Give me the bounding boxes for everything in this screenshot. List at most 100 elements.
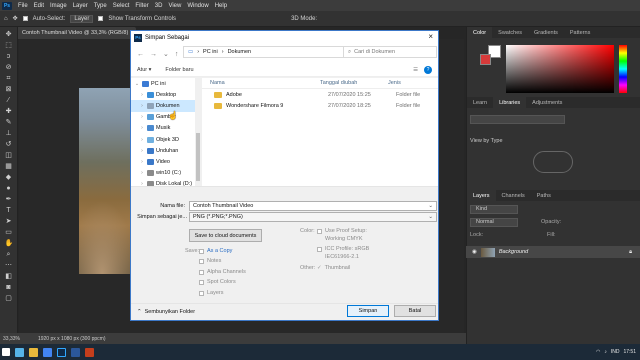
clone-stamp-icon[interactable]: ⊥ <box>5 130 13 137</box>
cancel-button[interactable]: Batal <box>394 305 436 317</box>
pen-tool-icon[interactable]: ✒ <box>5 196 13 203</box>
chevron-icon[interactable]: › <box>139 159 145 165</box>
tab-color[interactable]: Color <box>467 27 493 38</box>
browser-icon[interactable] <box>43 347 52 357</box>
app-icon[interactable] <box>85 347 94 357</box>
eraser-icon[interactable]: ◫ <box>5 152 13 159</box>
blur-icon[interactable]: ◆ <box>5 174 13 181</box>
nav-item[interactable]: › Gambar <box>131 112 200 123</box>
menu-filter[interactable]: Filter <box>132 3 151 9</box>
file-row[interactable]: Adobe 27/07/2020 15:25 Folder file <box>202 89 438 100</box>
save-type-dropdown[interactable]: PNG (*.PNG;*.PNG) ⌄ <box>189 212 437 222</box>
save-to-cloud-button[interactable]: Save to cloud documents <box>189 229 262 242</box>
photoshop-taskbar-icon[interactable] <box>57 347 66 357</box>
chevron-icon[interactable]: › <box>139 103 145 109</box>
healing-brush-icon[interactable]: ✚ <box>5 108 13 115</box>
chevron-icon[interactable]: › <box>139 114 145 120</box>
document-tab[interactable]: Contoh Thumbnail Video @ 33,3% (RGB/8) × <box>18 27 136 39</box>
path-select-icon[interactable]: ➤ <box>5 218 13 225</box>
menu-edit[interactable]: Edit <box>31 3 47 9</box>
word-icon[interactable] <box>71 347 80 357</box>
kind-filter[interactable]: Kind <box>470 205 518 214</box>
view-options-icon[interactable]: ☰ <box>413 67 418 73</box>
file-row[interactable]: Wondershare Filmora 9 27/07/2020 18:25 Fol… <box>202 100 438 111</box>
zoom-tool-icon[interactable]: ⌕ <box>5 251 13 258</box>
close-icon[interactable]: × <box>428 33 433 41</box>
column-name[interactable]: Nama <box>202 80 320 86</box>
screen-mode-icon[interactable]: ▢ <box>5 295 13 302</box>
move-tool-icon[interactable]: ✥ <box>5 31 13 38</box>
color-field[interactable] <box>506 45 614 93</box>
blend-mode-dropdown[interactable]: Normal <box>470 218 518 227</box>
lasso-tool-icon[interactable]: ↄ <box>5 53 13 60</box>
quick-mask-icon[interactable]: ◙ <box>5 284 13 291</box>
auto-select-checkbox[interactable] <box>22 16 28 21</box>
nav-item[interactable]: › Musik <box>131 123 200 134</box>
filename-input[interactable]: Contoh Thumbnail Video ⌄ <box>189 201 437 211</box>
back-arrow-icon[interactable]: ← <box>137 51 144 58</box>
brush-tool-icon[interactable]: ✎ <box>5 119 13 126</box>
nav-item[interactable]: › Desktop <box>131 89 200 100</box>
explorer-icon[interactable] <box>29 347 38 357</box>
quick-select-icon[interactable]: ⊘ <box>5 64 13 71</box>
nav-item[interactable]: ⌄ PC ini <box>131 78 200 89</box>
nav-item[interactable]: › Unduhan <box>131 145 200 156</box>
tab-paths[interactable]: Paths <box>531 190 557 201</box>
chevron-icon[interactable]: ⌄ <box>134 81 140 87</box>
color-swatch-icon[interactable]: ◧ <box>5 273 13 280</box>
home-icon[interactable]: ⌂ <box>4 16 8 22</box>
breadcrumb-dokumen[interactable]: Dokumen <box>228 49 252 55</box>
search-box[interactable]: ⌕ Cari di Dokumen <box>343 46 437 58</box>
chevron-icon[interactable]: › <box>139 170 145 176</box>
auto-select-dropdown[interactable]: Layer <box>70 14 94 23</box>
volume-icon[interactable]: ♪ <box>604 349 607 355</box>
as-copy-checkbox[interactable] <box>199 248 204 254</box>
address-bar[interactable]: ▭ › PC ini › Dokumen ↻ <box>183 46 363 58</box>
history-brush-icon[interactable]: ↺ <box>5 141 13 148</box>
help-icon[interactable]: ? <box>424 66 432 74</box>
column-type[interactable]: Jenis <box>388 80 428 86</box>
language-indicator[interactable]: IND <box>611 349 620 355</box>
chevron-icon[interactable]: › <box>139 125 145 131</box>
tab-adjustments[interactable]: Adjustments <box>526 97 568 108</box>
menu-image[interactable]: Image <box>47 3 70 9</box>
nav-item[interactable]: › Dokumen <box>131 100 200 112</box>
save-button[interactable]: Simpan <box>347 305 389 317</box>
menu-layer[interactable]: Layer <box>70 3 91 9</box>
move-tool-icon[interactable]: ✥ <box>13 15 18 22</box>
eye-icon[interactable]: ◉ <box>472 249 477 255</box>
hue-slider[interactable] <box>619 45 627 93</box>
rectangle-tool-icon[interactable]: ▭ <box>5 229 13 236</box>
tab-patterns[interactable]: Patterns <box>564 27 596 38</box>
clock[interactable]: 17:51 <box>623 349 636 355</box>
horizontal-scrollbar[interactable] <box>131 186 438 194</box>
transform-checkbox[interactable] <box>98 16 104 21</box>
menu-help[interactable]: Help <box>212 3 230 9</box>
view-by-type[interactable]: View by Type <box>470 138 503 144</box>
taskview-icon[interactable] <box>15 347 24 357</box>
as-copy-option[interactable]: As a Copy <box>199 248 232 254</box>
marquee-tool-icon[interactable]: ⬚ <box>5 42 13 49</box>
type-tool-icon[interactable]: T <box>5 207 13 214</box>
menu-3d[interactable]: 3D <box>152 3 166 9</box>
more-tools-icon[interactable]: ⋯ <box>5 262 13 269</box>
eyedropper-icon[interactable]: ⁄ <box>5 97 13 104</box>
windows-start-icon[interactable] <box>2 348 10 356</box>
hand-tool-icon[interactable]: ✋ <box>5 240 14 247</box>
column-date[interactable]: Tanggal diubah <box>320 80 388 86</box>
menu-file[interactable]: File <box>15 3 31 9</box>
chevron-icon[interactable]: › <box>139 148 145 154</box>
dodge-icon[interactable]: ● <box>5 185 13 192</box>
tab-swatches[interactable]: Swatches <box>492 27 528 38</box>
nav-item[interactable]: › Objek 3D <box>131 134 200 145</box>
scroll-thumb[interactable] <box>196 133 200 181</box>
menu-window[interactable]: Window <box>184 3 211 9</box>
organize-menu[interactable]: Atur ▾ <box>137 67 151 73</box>
crop-tool-icon[interactable]: ⌗ <box>5 75 13 82</box>
chevron-icon[interactable]: › <box>139 137 145 143</box>
tab-layers[interactable]: Layers <box>467 190 496 201</box>
hide-folders-toggle[interactable]: ⌃ Sembunyikan Folder <box>137 309 195 315</box>
new-folder-button[interactable]: Folder baru <box>165 67 193 73</box>
tab-learn[interactable]: Learn <box>467 97 493 108</box>
menu-view[interactable]: View <box>165 3 184 9</box>
